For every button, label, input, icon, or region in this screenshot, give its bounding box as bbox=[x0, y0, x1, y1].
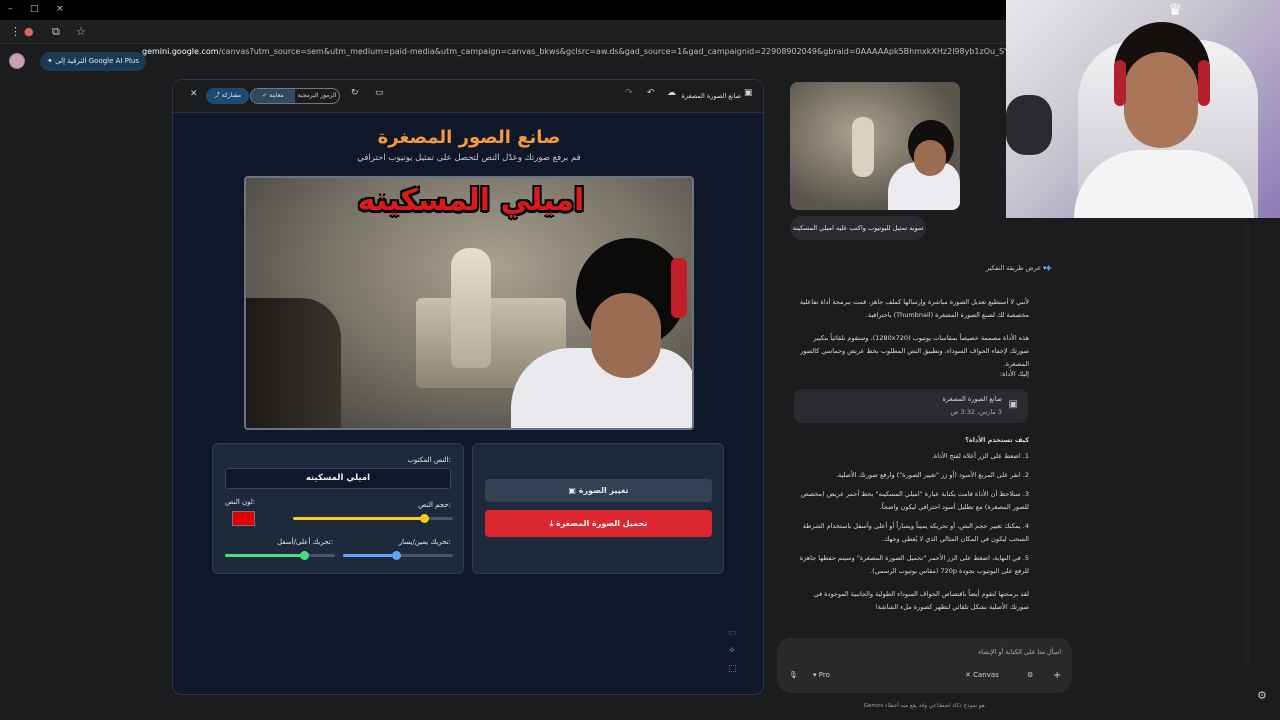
webcam-face bbox=[1124, 52, 1198, 148]
font-size-knob[interactable] bbox=[420, 514, 430, 523]
code-view-icon[interactable]: ▭ bbox=[375, 88, 384, 98]
document-icon: ▣ bbox=[1008, 399, 1018, 410]
move-ud-slider[interactable] bbox=[225, 551, 335, 560]
webcam-overlay: ♛ bbox=[1006, 0, 1280, 218]
thumbnail-overlay-text[interactable]: اميلي المسكينه bbox=[246, 183, 692, 218]
response-paragraph: هذه الأداة مصممة خصيصاً بمقاسات يوتيوب (… bbox=[800, 334, 1029, 368]
maximize-icon[interactable]: □ bbox=[30, 0, 39, 21]
list-item: 5. في النهاية، اضغط على الزر الأحمر "تحم… bbox=[799, 554, 1029, 575]
thumbnail-person-face bbox=[591, 293, 661, 378]
extensions-icon[interactable]: ⧉ bbox=[52, 20, 60, 44]
move-lr-knob[interactable] bbox=[391, 551, 401, 560]
webcam-plush bbox=[1006, 95, 1052, 155]
page-subtitle: قم برفع صورتك وعدّل النص لتحصل على تمثيل… bbox=[357, 153, 581, 163]
doc-card-title: صانع الصورة المصغرة bbox=[942, 395, 1002, 403]
thumbnail-left-figure bbox=[246, 298, 341, 428]
minimize-icon[interactable]: – bbox=[8, 0, 13, 21]
webcam-headset-left bbox=[1114, 60, 1126, 106]
avatar[interactable] bbox=[9, 53, 25, 69]
prompt-toolbar: 🎙 ▾ Pro ✕ Canvas ⚙ + bbox=[785, 670, 1065, 687]
thumbnail-girl-figure bbox=[451, 248, 491, 368]
canvas-chip[interactable]: ✕ Canvas bbox=[965, 671, 999, 679]
close-icon: ✕ bbox=[965, 671, 974, 679]
canvas-document-card[interactable]: ▣ صانع الصورة المصغرة 3 مارس، 3:32 ص bbox=[794, 389, 1028, 423]
chat-scrollbar[interactable] bbox=[1244, 226, 1250, 666]
list-item: 3. ستلاحظ أن الأداة قامت بكتابة عبارة "ا… bbox=[800, 490, 1029, 511]
change-image-button[interactable]: ▣ تغيير الصورة bbox=[485, 479, 712, 502]
profile-icon[interactable]: ● bbox=[24, 20, 34, 44]
apps-icon[interactable]: ⋮ bbox=[10, 20, 21, 44]
steps-heading: كيف تستخدم الأداة؟ bbox=[965, 436, 1029, 444]
response-paragraph: لقد برمجتها لتقوم أيضاً باقتصاص الحواف ا… bbox=[813, 590, 1029, 611]
list-item: 1. اضغط على الزر أعلاه لفتح الأداة. bbox=[931, 452, 1029, 460]
uploaded-image-face bbox=[914, 140, 946, 176]
bookmark-star-icon[interactable]: ☆ bbox=[76, 20, 86, 44]
refresh-icon[interactable]: ↻ bbox=[351, 88, 359, 98]
model-selector[interactable]: ▾ Pro bbox=[813, 671, 830, 679]
font-size-fill bbox=[293, 517, 425, 520]
url-field[interactable]: gemini.google.com/canvas?utm_source=sem&… bbox=[142, 40, 1012, 64]
steps-list: 1. اضغط على الزر أعلاه لفتح الأداة. 2. ا… bbox=[795, 450, 1029, 584]
show-thinking-toggle[interactable]: عرض طريقة التفكير ▾ bbox=[986, 264, 1046, 272]
crown-icon: ♛ bbox=[1168, 0, 1183, 19]
canvas-toolbar: ✕ ⤴ مشاركة ✓ معاينة الرموز البرمجية ▭ ↻ … bbox=[173, 80, 763, 113]
uploaded-image-girl bbox=[852, 117, 874, 177]
response-paragraph: لأنني لا أستطيع تعديل الصورة مباشرة وإرس… bbox=[799, 298, 1029, 319]
share-icon: ⤴ bbox=[213, 92, 222, 99]
webcam-headset-right bbox=[1198, 60, 1210, 106]
thumbnail-text-input[interactable]: اميلي المسكينه bbox=[225, 468, 451, 489]
plus-icon[interactable]: + bbox=[1053, 670, 1061, 681]
move-ud-label: تحريك أعلى/أسفل: bbox=[277, 538, 334, 546]
prompt-box: اسأل متا على الكتابة أو الإنشاء 🎙 ▾ Pro … bbox=[777, 638, 1072, 693]
list-item: 2. انقر على المربع الأسود (أو زر "تغيير … bbox=[835, 471, 1029, 479]
download-thumbnail-button[interactable]: ⤓ تحميل الصورة المصغرة bbox=[485, 510, 712, 537]
upgrade-label: الترقية إلى Google AI Plus bbox=[55, 57, 139, 65]
doc-card-time: 3 مارس، 3:32 ص bbox=[950, 408, 1002, 416]
view-toggle: ✓ معاينة الرموز البرمجية bbox=[250, 88, 340, 104]
upgrade-button[interactable]: ✦ الترقية إلى Google AI Plus bbox=[40, 52, 146, 71]
page-title: صانع الصور المصغرة bbox=[377, 127, 561, 148]
close-icon[interactable]: ✕ bbox=[190, 89, 198, 99]
text-color-label: لون النص: bbox=[225, 498, 256, 506]
share-button[interactable]: ⤴ مشاركة bbox=[206, 88, 249, 104]
move-ud-fill bbox=[225, 554, 305, 557]
document-title: صانع الصورة المصغرة bbox=[681, 92, 741, 100]
mic-icon[interactable]: 🎙 bbox=[789, 671, 798, 679]
controls-card: النص المكتوب: اميلي المسكينه حجم النص: ل… bbox=[212, 443, 464, 574]
move-lr-fill bbox=[343, 554, 396, 557]
move-lr-slider[interactable] bbox=[343, 551, 453, 560]
tab-preview[interactable]: ✓ معاينة bbox=[251, 89, 295, 103]
tools-icon[interactable]: ⚙ bbox=[1027, 671, 1033, 679]
font-size-slider[interactable] bbox=[293, 514, 453, 523]
move-ud-knob[interactable] bbox=[300, 551, 310, 560]
font-size-label: حجم النص: bbox=[418, 501, 451, 509]
list-item: 4. يمكنك تغيير حجم النص، أو تحريكه يمينا… bbox=[802, 522, 1029, 543]
user-message: سويه تمثيل لليوتيوب واكتب عليه اميلي الم… bbox=[790, 216, 926, 240]
tab-code[interactable]: الرموز البرمجية bbox=[295, 89, 339, 103]
thumbnail-headset bbox=[671, 258, 687, 318]
image-icon: ▣ bbox=[568, 486, 579, 495]
actions-card: ▣ تغيير الصورة ⤓ تحميل الصورة المصغرة bbox=[472, 443, 724, 574]
response-paragraph: إليك الأداة: bbox=[999, 370, 1029, 378]
comment-icon[interactable]: ▭ bbox=[728, 628, 754, 638]
magic-edit-icon[interactable]: ✧ bbox=[728, 646, 754, 656]
gear-icon[interactable]: ⚙ bbox=[1257, 689, 1267, 702]
text-field-label: النص المكتوب: bbox=[407, 456, 451, 464]
prompt-input[interactable]: اسأل متا على الكتابة أو الإنشاء bbox=[791, 648, 1061, 656]
uploaded-image[interactable] bbox=[790, 82, 960, 210]
gemini-spark-icon: ✦ bbox=[1044, 262, 1054, 275]
disclaimer: Gemini هو نموذج ذكاء اصطناعي وقد يقع منه… bbox=[863, 703, 987, 709]
document-icon: ▣ bbox=[744, 88, 753, 98]
move-lr-label: تحريك يمين/يسار: bbox=[398, 538, 451, 546]
sparkle-icon: ✦ bbox=[47, 57, 56, 65]
select-edit-icon[interactable]: ⬚ bbox=[728, 664, 754, 674]
thumbnail-preview: اميلي المسكينه bbox=[244, 176, 694, 430]
close-window-icon[interactable]: × bbox=[56, 0, 64, 21]
canvas-panel: ✕ ⤴ مشاركة ✓ معاينة الرموز البرمجية ▭ ↻ … bbox=[172, 79, 764, 695]
canvas-side-tools: ▭ ✧ ⬚ bbox=[728, 628, 754, 674]
text-color-picker[interactable] bbox=[232, 511, 255, 526]
